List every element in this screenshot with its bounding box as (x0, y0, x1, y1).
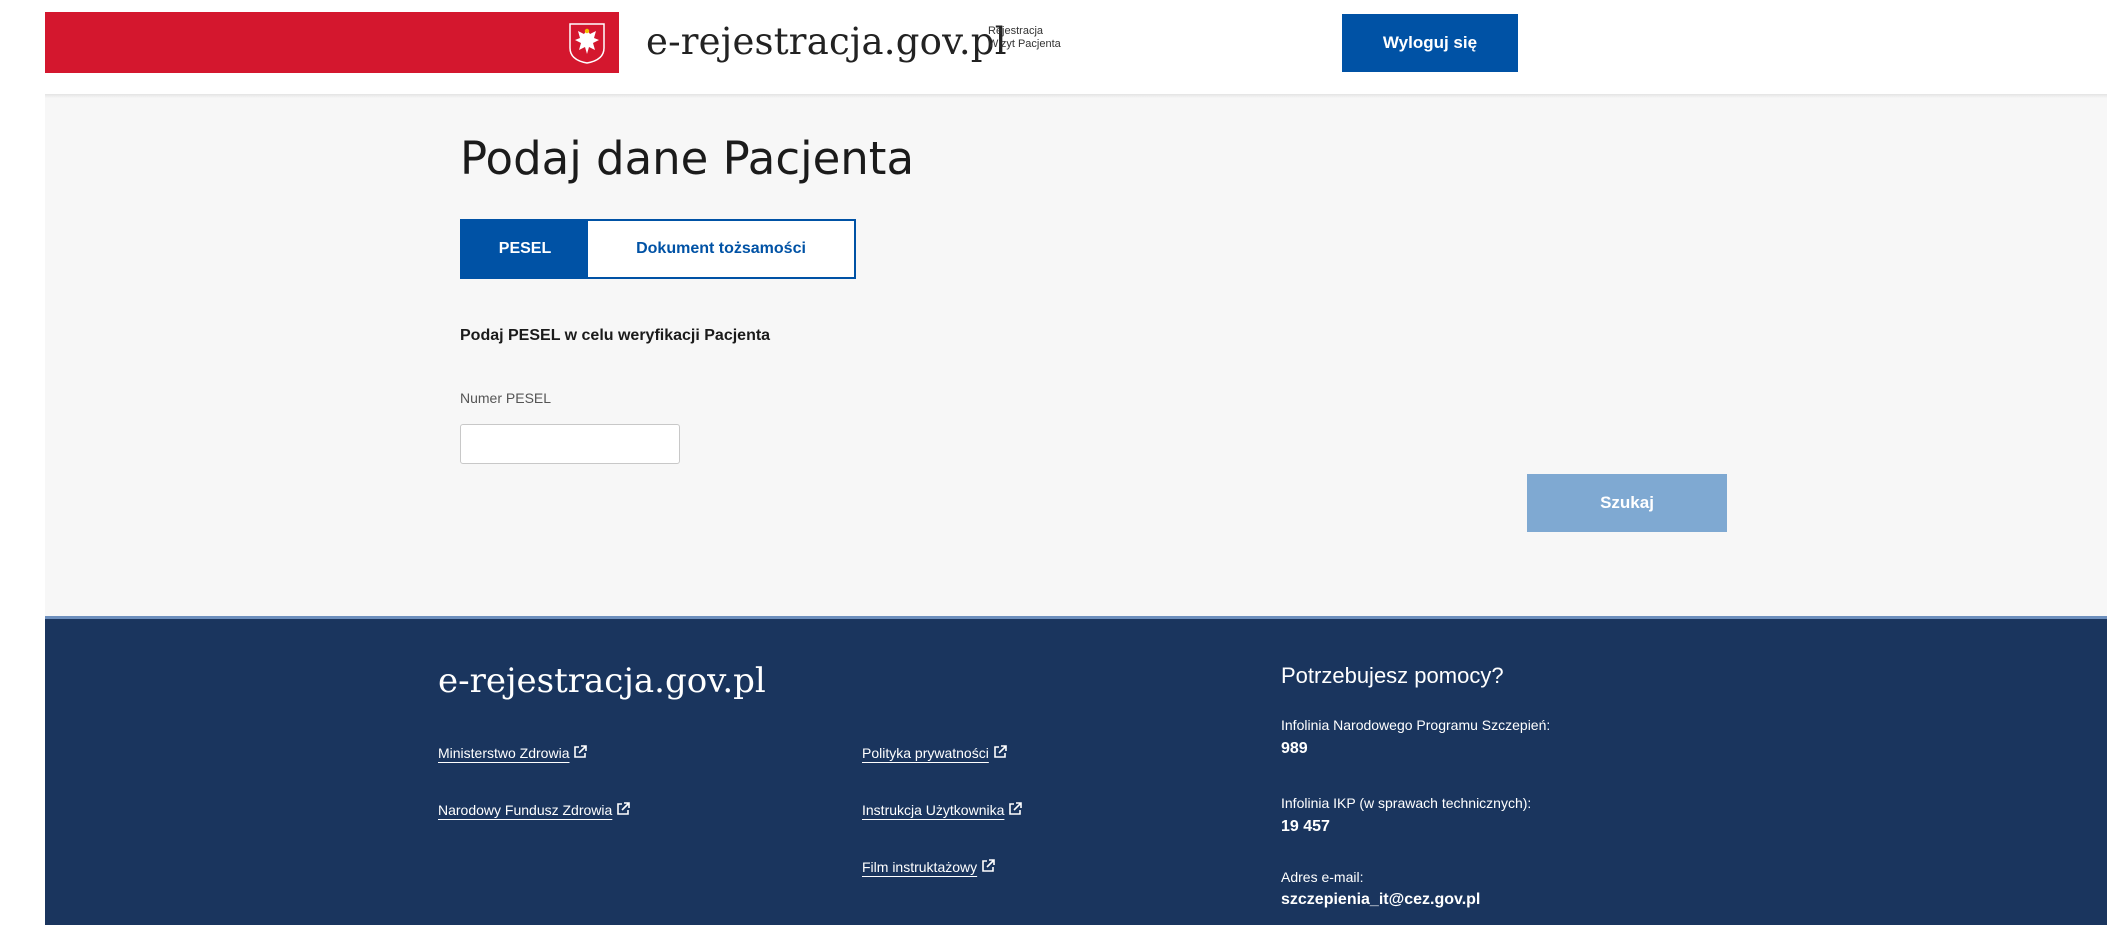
tab-pesel[interactable]: PESEL (462, 221, 588, 277)
site-footer: e-rejestracja.gov.pl Ministerstwo Zdrowi… (45, 619, 2107, 925)
pesel-instruction: Podaj PESEL w celu weryfikacji Pacjenta (460, 327, 771, 344)
header-subtitle-line1: Rejestracja (988, 25, 1044, 37)
hotline-vaccination-number: 989 (1281, 740, 1308, 757)
link-nfz[interactable]: Narodowy Fundusz Zdrowia (438, 802, 631, 818)
link-privacy-policy-label: Polityka prywatności (862, 745, 989, 761)
link-instructional-film[interactable]: Film instruktażowy (862, 859, 995, 875)
header-subtitle: Rejestracja Wizyt Pacjenta (988, 25, 1061, 51)
help-title: Potrzebujesz pomocy? (1281, 663, 1504, 688)
link-user-manual[interactable]: Instrukcja Użytkownika (862, 802, 1023, 818)
hotline-vaccination-label: Infolinia Narodowego Programu Szczepień: (1281, 717, 1551, 733)
external-link-icon (574, 745, 588, 758)
pesel-input[interactable] (460, 424, 680, 464)
email-label: Adres e-mail: (1281, 869, 1364, 885)
link-ministry-of-health-label: Ministerstwo Zdrowia (438, 745, 570, 761)
main-content: Podaj dane Pacjenta PESEL Dokument tożsa… (45, 98, 2107, 618)
logout-button[interactable]: Wyloguj się (1342, 14, 1518, 72)
header-brand[interactable]: e-rejestracja.gov.pl (646, 20, 1007, 63)
tab-identity-document[interactable]: Dokument tożsamości (588, 221, 854, 277)
header-subtitle-line2: Wizyt Pacjenta (988, 38, 1061, 50)
page-title: Podaj dane Pacjenta (460, 132, 915, 185)
hotline-ikp-number: 19 457 (1281, 818, 1330, 835)
polish-eagle-icon (569, 23, 605, 64)
external-link-icon (994, 745, 1007, 758)
link-user-manual-label: Instrukcja Użytkownika (862, 802, 1005, 818)
support-email[interactable]: szczepienia_it@cez.gov.pl (1281, 891, 1480, 909)
site-header: e-rejestracja.gov.pl Rejestracja Wizyt P… (0, 0, 2107, 95)
pesel-label: Numer PESEL (460, 390, 552, 406)
link-ministry-of-health[interactable]: Ministerstwo Zdrowia (438, 745, 588, 761)
footer-brand: e-rejestracja.gov.pl (438, 661, 766, 701)
hotline-ikp-label: Infolinia IKP (w sprawach technicznych): (1281, 795, 1532, 811)
external-link-icon (982, 859, 995, 872)
search-button[interactable]: Szukaj (1527, 474, 1727, 532)
header-red-band (45, 12, 619, 73)
identification-tabs: PESEL Dokument tożsamości (460, 219, 856, 279)
link-privacy-policy[interactable]: Polityka prywatności (862, 745, 1007, 761)
link-instructional-film-label: Film instruktażowy (862, 859, 978, 875)
link-nfz-label: Narodowy Fundusz Zdrowia (438, 802, 613, 818)
external-link-icon (617, 802, 631, 815)
external-link-icon (1009, 802, 1023, 815)
